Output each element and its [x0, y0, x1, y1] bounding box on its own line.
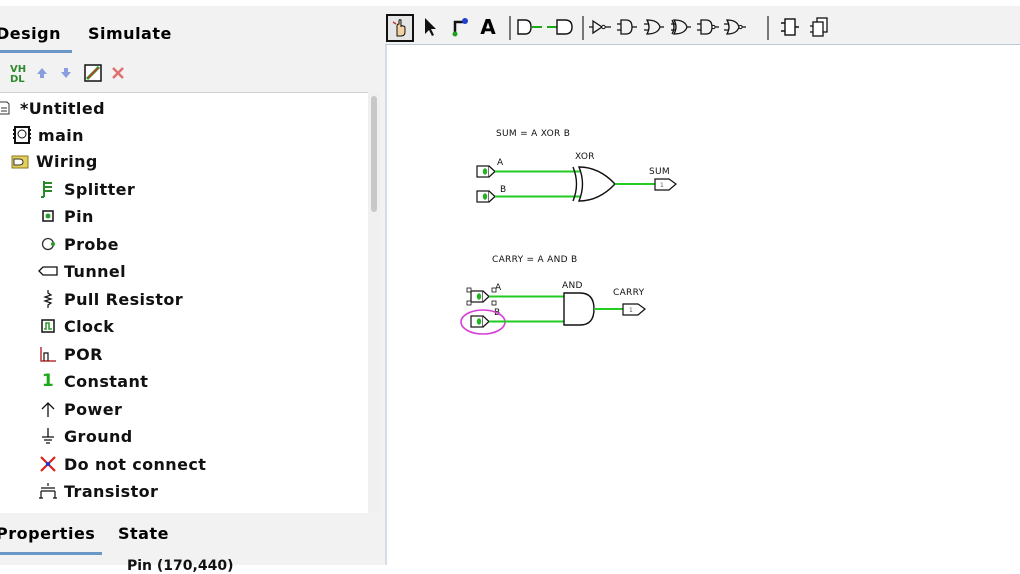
left-panel: Design Simulate VH DL *Untitled main Wir… [0, 6, 387, 574]
tree-item-tunnel[interactable]: Tunnel [38, 258, 126, 284]
no-connect-icon [38, 454, 58, 474]
tab-properties[interactable]: Properties [0, 524, 95, 543]
circuit-drawing: 1 1 [460, 165, 677, 335]
select-arrow-icon[interactable] [417, 14, 443, 40]
subcircuit-icon[interactable] [777, 14, 803, 40]
tree-item-label: Do not connect [64, 454, 207, 474]
tree-item-label: Transistor [64, 481, 159, 501]
main-toolbar: A [385, 6, 1020, 45]
tree-scrollbar-thumb[interactable] [371, 96, 377, 212]
tunnel-icon [38, 261, 58, 281]
and-gate-icon[interactable] [642, 14, 666, 40]
arrow-down-icon[interactable] [58, 62, 74, 84]
clock-icon [38, 316, 58, 336]
edit-icon[interactable] [84, 62, 102, 84]
constant-icon: 1 [38, 371, 58, 391]
not-gate-icon[interactable] [588, 14, 612, 40]
constant-glyph: 1 [41, 371, 55, 391]
tree-toolbar: VH DL [0, 62, 385, 88]
tree-item-label: Probe [64, 234, 119, 254]
transistor-icon [38, 481, 58, 501]
vhdl-icon[interactable]: VH DL [8, 62, 30, 84]
input-pin-icon[interactable] [515, 14, 545, 40]
tree-item-label: Pin [64, 206, 94, 226]
buffer-gate-icon[interactable] [615, 14, 639, 40]
tree-item-main[interactable]: main [12, 122, 84, 148]
folder-icon [10, 151, 30, 171]
circuit-canvas[interactable]: SUM = A XOR B XOR A B SUM CARRY = A AND … [387, 45, 1020, 565]
tree-scrollbar[interactable] [368, 92, 380, 512]
selection-info: Pin (170,440) [127, 558, 234, 574]
splitter-icon [38, 179, 58, 199]
tree-item-label: POR [64, 344, 103, 364]
tree-item-clock[interactable]: Clock [38, 313, 114, 339]
output-pin-sum[interactable]: 1 [654, 178, 677, 191]
tree-item-constant[interactable]: 1 Constant [38, 368, 148, 394]
tree-item-por[interactable]: POR [38, 341, 103, 367]
tab-design[interactable]: Design [0, 24, 61, 43]
tree-item-do-not-connect[interactable]: Do not connect [38, 451, 206, 477]
wire-icon[interactable] [447, 14, 473, 40]
multi-circuit-icon[interactable] [807, 14, 833, 40]
probe-icon [38, 234, 58, 254]
tree-item-transistor[interactable]: Transistor [38, 478, 158, 504]
tree-item-label: Tunnel [64, 261, 127, 281]
and-gate[interactable] [563, 292, 595, 326]
tree-item-label: main [38, 125, 84, 145]
output-pin-icon[interactable] [545, 14, 575, 40]
toolbar-separator [509, 16, 511, 40]
tab-simulate[interactable]: Simulate [88, 24, 172, 43]
tree-item-label: Ground [64, 426, 133, 446]
nand-gate-icon[interactable] [696, 14, 720, 40]
carry-output-value: 1 [629, 307, 633, 314]
tree-item-label: Splitter [64, 179, 136, 199]
sum-output-value: 1 [660, 182, 664, 189]
tree-item-label: Clock [64, 316, 115, 336]
input-pin-b[interactable] [476, 190, 496, 203]
arrow-up-icon[interactable] [34, 62, 50, 84]
toolbar-separator [582, 16, 584, 40]
text-tool-glyph: A [480, 15, 496, 39]
tab-state[interactable]: State [118, 524, 169, 543]
delete-icon[interactable] [110, 62, 126, 84]
tab-design-underline [0, 50, 72, 53]
tree-item-label: Wiring [36, 151, 98, 171]
tree-item-wiring[interactable]: Wiring [10, 148, 98, 174]
tree-item-label: Constant [64, 371, 149, 391]
toolbar-separator [767, 16, 769, 40]
por-icon [38, 344, 58, 364]
tree-item-label: Pull Resistor [64, 289, 184, 309]
tree-item-label: Power [64, 399, 123, 419]
tree-item-splitter[interactable]: Splitter [38, 176, 135, 202]
nor-gate-icon[interactable] [723, 14, 747, 40]
project-icon [0, 98, 14, 118]
input-pin-b2[interactable] [470, 315, 490, 328]
tree-item-pull-resistor[interactable]: Pull Resistor [38, 286, 183, 312]
ground-icon [38, 426, 58, 446]
resistor-icon [38, 289, 58, 309]
svg-text:DL: DL [10, 74, 25, 84]
tree-item-label: *Untitled [20, 98, 105, 118]
tree-item-ground[interactable]: Ground [38, 423, 133, 449]
hand-poke-icon[interactable] [386, 14, 414, 42]
pin-icon [38, 206, 58, 226]
circuit-icon [12, 125, 32, 145]
output-pin-carry[interactable]: 1 [622, 303, 646, 316]
tree-item-power[interactable]: Power [38, 396, 122, 422]
text-tool-icon[interactable]: A [475, 14, 501, 40]
input-pin-a[interactable] [476, 165, 496, 178]
tree-item-pin[interactable]: Pin [38, 203, 94, 229]
or-gate-icon[interactable] [669, 14, 693, 40]
tree-item-untitled[interactable]: *Untitled [0, 95, 105, 121]
tab-properties-underline [0, 552, 102, 555]
power-icon [38, 399, 58, 419]
component-tree: *Untitled main Wiring Splitter Pin Probe… [0, 92, 368, 513]
tree-item-probe[interactable]: Probe [38, 231, 119, 257]
